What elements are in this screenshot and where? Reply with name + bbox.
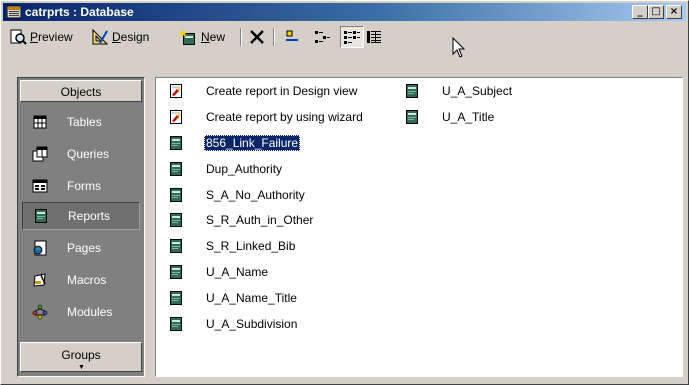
objects-item-label: Pages [67,241,102,255]
report-item[interactable]: S_R_Linked_Bib [168,236,297,256]
chevron-down-icon: ▼ [78,364,85,371]
objects-bar: Objects Tables Queries Forms Reports Pag… [17,77,145,377]
report-item[interactable]: U_A_Subject [404,81,514,101]
reports-icon [33,208,49,224]
report-icon [168,290,184,306]
toolbar-separator [273,28,275,46]
wizard-shortcut-icon [168,109,184,125]
small-icons-view-button[interactable] [313,26,331,48]
list-item-label: Dup_Authority [206,162,283,176]
list-item-label: S_A_No_Authority [206,188,305,202]
report-icon [404,109,420,125]
create-wizard-shortcut[interactable]: Create report by using wizard [168,107,365,127]
report-item[interactable]: Dup_Authority [168,159,284,179]
objects-item-label: Queries [67,147,110,161]
report-item[interactable]: 856_Link_Failure [168,133,301,153]
objects-item-label: Forms [67,179,101,193]
new-button[interactable]: New [180,26,225,48]
title-bar[interactable]: catrprts : Database _ □ × [3,3,686,21]
list-item-label: S_R_Auth_in_Other [206,213,314,227]
design-icon [92,28,109,45]
list-item-label: U_A_Name_Title [206,291,297,305]
report-icon [168,161,184,177]
objects-item-label: Reports [68,209,111,223]
design-access-key: D [112,30,121,44]
objects-item-label: Macros [67,273,107,287]
objects-item-reports[interactable]: Reports [22,202,140,230]
details-view-button[interactable] [365,26,383,48]
close-button[interactable]: × [666,5,682,19]
modules-icon [32,304,48,320]
delete-icon [250,30,264,44]
report-icon [168,135,184,151]
mouse-pointer-icon [452,37,466,58]
report-list-pane: Create report in Design view Create repo… [155,77,683,377]
large-icons-view-icon [286,30,298,41]
database-window-icon [7,5,21,19]
small-icons-view-icon [315,31,330,43]
report-item[interactable]: S_R_Auth_in_Other [168,210,315,230]
list-item-label: U_A_Subdivision [206,317,298,331]
queries-icon [32,146,48,162]
preview-icon [10,29,27,45]
report-icon [168,238,184,254]
report-icon [168,187,184,203]
new-access-key: N [201,30,210,44]
pages-icon [33,240,47,256]
objects-item-pages[interactable]: Pages [22,234,140,262]
objects-item-queries[interactable]: Queries [22,140,140,168]
minimize-button[interactable]: _ [632,5,648,19]
new-label: ew [209,30,226,44]
report-item[interactable]: U_A_Name_Title [168,288,299,308]
objects-item-macros[interactable]: Macros [22,266,140,294]
report-item[interactable]: U_A_Subdivision [168,314,299,334]
new-icon [180,29,195,45]
design-label: esign [120,30,150,44]
objects-item-tables[interactable]: Tables [22,108,140,136]
list-item-label: Create report in Design view [206,84,358,98]
macros-icon [33,273,46,287]
objects-header-button[interactable]: Objects [20,80,142,102]
report-icon [404,83,420,99]
objects-item-label: Tables [67,115,102,129]
report-icon [168,264,184,280]
details-view-icon [367,31,381,43]
report-icon [168,212,184,228]
list-item-label: 856_Link_Failure [204,135,301,151]
database-window: catrprts : Database _ □ × Preview Design [0,0,689,385]
list-view-button[interactable] [340,26,364,48]
report-item[interactable]: U_A_Name [168,262,270,282]
list-item-label: U_A_Name [206,265,269,279]
window-title: catrprts : Database [25,5,134,19]
large-icons-view-button[interactable] [283,26,301,48]
report-item[interactable]: U_A_Title [404,107,496,127]
list-item-label: U_A_Title [442,110,495,124]
create-shortcut-icon [168,83,184,99]
design-button[interactable]: Design [91,26,149,48]
report-icon [168,316,184,332]
preview-access-key: P [30,30,39,44]
objects-item-modules[interactable]: Modules [22,298,140,326]
toolbar-separator [240,28,242,46]
maximize-button[interactable]: □ [648,5,664,19]
objects-item-label: Modules [67,305,113,319]
list-view-icon [344,31,360,44]
list-item-label: U_A_Subject [442,84,513,98]
groups-header-button[interactable]: Groups ▼ [20,342,142,372]
database-toolbar: Preview Design New [3,23,686,51]
objects-item-forms[interactable]: Forms [22,172,140,200]
create-design-view-shortcut[interactable]: Create report in Design view [168,81,359,101]
report-item[interactable]: S_A_No_Authority [168,185,307,205]
tables-icon [33,115,47,129]
list-item-label: Create report by using wizard [206,110,363,124]
preview-button[interactable]: Preview [9,26,73,48]
forms-icon [32,179,48,193]
groups-label: Groups [61,348,101,362]
list-item-label: S_R_Linked_Bib [206,239,296,253]
preview-label: review [38,30,73,44]
delete-button[interactable] [248,26,266,48]
